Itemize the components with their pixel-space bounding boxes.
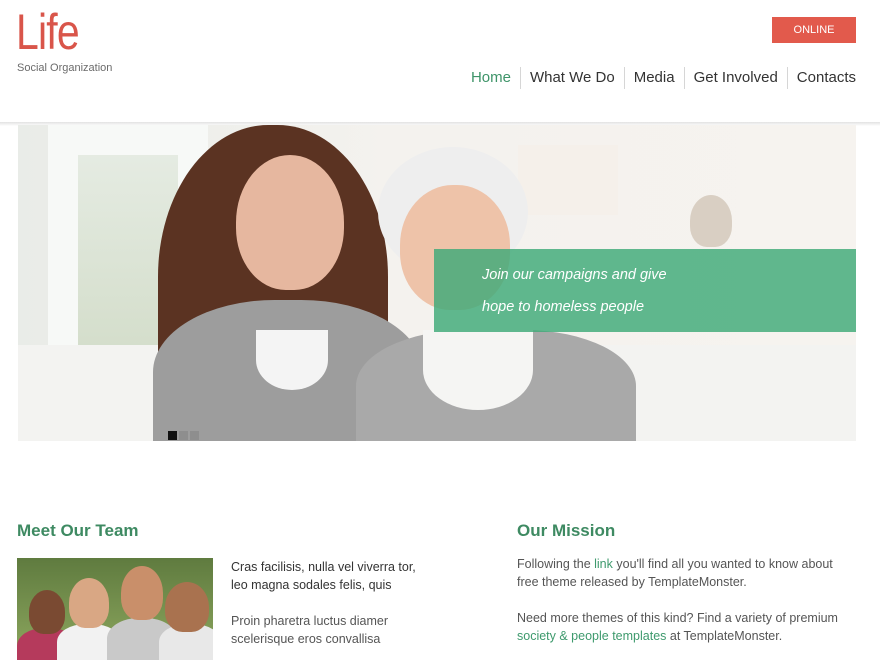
team-photo-person-3-head <box>121 566 163 620</box>
hero-caption-line-2: hope to homeless people <box>482 299 645 315</box>
team-photo-person-4-head <box>165 582 209 632</box>
society-templates-link[interactable]: society & people templates <box>517 629 666 643</box>
mission-paragraph-2: Need more themes of this kind? Find a va… <box>517 609 857 645</box>
team-photo-person-1-head <box>29 590 65 634</box>
team-paragraph-2: Proin pharetra luctus diamer scelerisque… <box>231 614 389 646</box>
hero-caption-box: Join our campaigns and give hope to home… <box>434 249 856 332</box>
team-paragraph-1: Cras facilisis, nulla vel viverra tor, l… <box>231 560 416 592</box>
mission-p2-text-after: at TemplateMonster. <box>666 629 783 643</box>
mission-paragraph-1: Following the link you'll find all you w… <box>517 555 857 591</box>
slider-pagination <box>168 431 199 440</box>
hero-background-shelf <box>518 145 618 215</box>
main-nav: Home What We Do Media Get Involved Conta… <box>462 66 856 90</box>
hero-photo-woman-shirt <box>256 330 328 390</box>
team-photo[interactable] <box>17 558 213 660</box>
slider-dot-2-icon[interactable] <box>179 431 188 440</box>
mission-p1-text-before: Following the <box>517 557 595 571</box>
mission-link[interactable]: link <box>594 557 613 571</box>
online-button[interactable]: ONLINE <box>772 17 856 43</box>
nav-item-what-we-do[interactable]: What We Do <box>519 67 624 89</box>
hero-caption-line-1: Join our campaigns and give <box>482 267 667 283</box>
nav-item-media[interactable]: Media <box>623 67 684 89</box>
team-photo-person-2-head <box>69 578 109 628</box>
hero-slider[interactable]: Join our campaigns and give hope to home… <box>18 125 856 441</box>
site-logo-subtitle: Social Organization <box>17 62 113 74</box>
mission-section-title: Our Mission <box>517 521 616 540</box>
slider-dot-3-icon[interactable] <box>190 431 199 440</box>
site-header: Life Social Organization ONLINE Home Wha… <box>0 0 880 124</box>
team-section-title: Meet Our Team <box>17 521 139 540</box>
nav-item-get-involved[interactable]: Get Involved <box>683 67 787 89</box>
hero-photo-elder-shirt <box>423 330 533 410</box>
nav-item-home[interactable]: Home <box>462 67 520 89</box>
hero-photo-woman-face <box>236 155 344 290</box>
nav-item-contacts[interactable]: Contacts <box>786 67 856 89</box>
slider-dot-1-icon[interactable] <box>168 431 177 440</box>
site-logo-title[interactable]: Life <box>16 2 80 62</box>
mission-p2-text-before: Need more themes of this kind? Find a va… <box>517 611 838 625</box>
hero-background-vase <box>690 195 732 247</box>
